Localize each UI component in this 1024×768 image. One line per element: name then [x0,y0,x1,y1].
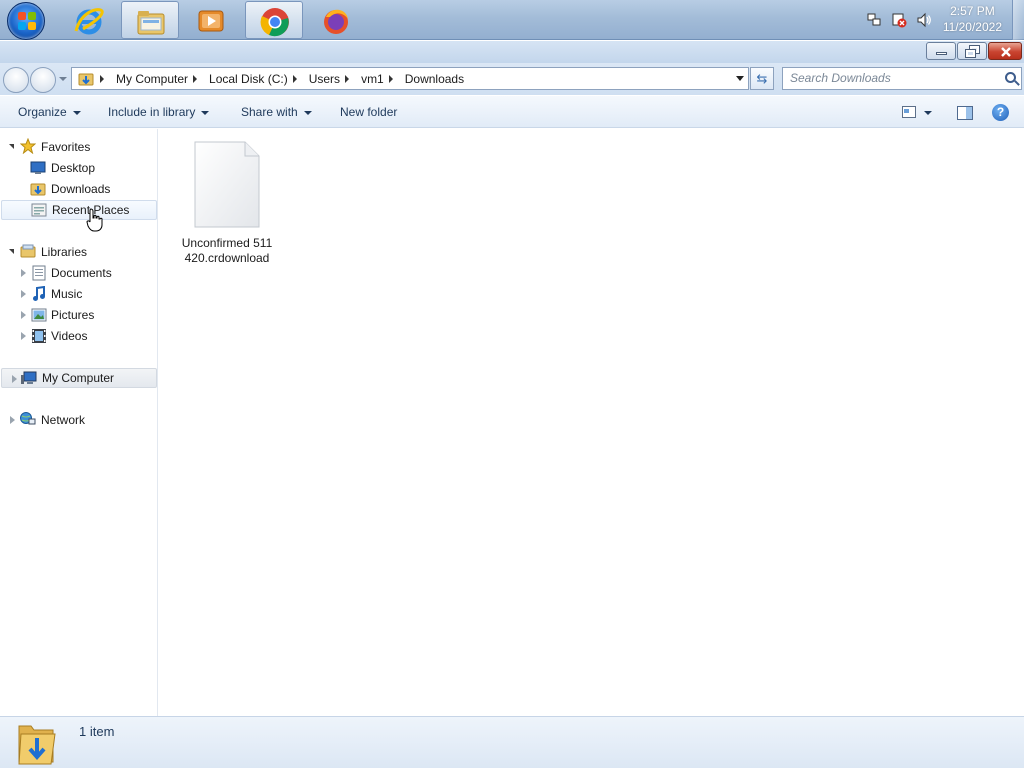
folder-icon [137,11,165,35]
nav-desktop[interactable]: Desktop [0,158,157,178]
window-titlebar [0,41,1024,63]
show-desktop-button[interactable] [1012,0,1024,40]
nav-network[interactable]: Network [0,410,157,430]
nav-my-computer[interactable]: My Computer [1,368,157,388]
nav-pictures[interactable]: Pictures [0,305,157,325]
taskbar: 2:57 PM 11/20/2022 [0,0,1024,40]
clock-time: 2:57 PM [950,4,995,18]
breadcrumb-local-disk[interactable]: Local Disk (C:) [209,72,305,86]
file-item[interactable]: Unconfirmed 511420.crdownload [181,139,273,266]
media-player-icon [198,10,224,32]
start-button[interactable] [7,2,45,40]
restore-button[interactable] [957,42,987,60]
star-icon [20,138,36,154]
chevron-down-icon [201,110,210,115]
expand-arrow-icon[interactable] [21,290,26,298]
downloads-folder-icon [30,183,46,196]
chrome-icon [260,8,289,37]
desktop-icon [30,161,46,174]
restore-icon [965,45,980,58]
breadcrumb-vm1[interactable]: vm1 [361,72,401,86]
minimize-button[interactable] [926,42,956,60]
expand-arrow-icon[interactable] [12,375,17,383]
pictures-icon [31,308,47,322]
chevron-down-icon [924,111,932,115]
address-history-dropdown[interactable] [736,76,744,81]
details-pane: 1 item [0,716,1024,768]
volume-icon[interactable] [916,12,932,28]
firefox-icon [324,9,348,34]
minimize-icon [936,52,947,55]
expand-arrow-icon[interactable] [21,332,26,340]
expand-arrow-icon[interactable] [21,269,26,277]
taskbar-windows-explorer[interactable] [121,1,179,39]
back-button[interactable] [3,67,29,93]
address-bar-row: My Computer Local Disk (C:) Users vm1 Do… [0,63,1024,95]
command-bar: Organize Include in library Share with N… [0,95,1024,128]
libraries-icon [20,244,36,258]
taskbar-firefox[interactable] [307,1,365,39]
change-view-button[interactable] [902,105,942,121]
videos-icon [32,329,46,343]
clock-date: 11/20/2022 [942,20,1002,34]
include-in-library-button[interactable]: Include in library [108,105,210,119]
downloads-folder-icon [78,73,94,85]
taskbar-media-player[interactable] [182,1,240,39]
hand-pointer-cursor-icon [86,208,103,232]
nav-videos[interactable]: Videos [0,326,157,346]
breadcrumb-downloads[interactable]: Downloads [405,72,464,86]
breadcrumb-my-computer[interactable]: My Computer [116,72,205,86]
taskbar-internet-explorer[interactable] [60,1,118,39]
search-input[interactable]: Search Downloads [782,67,1022,90]
network-icon [20,412,36,425]
computer-icon [21,371,37,384]
documents-icon [32,265,46,281]
internet-explorer-icon [74,8,104,35]
organize-button[interactable]: Organize [18,105,81,119]
file-list[interactable]: Unconfirmed 511420.crdownload [159,129,1024,716]
downloads-folder-icon [18,725,56,765]
network-status-icon[interactable] [866,12,882,28]
chevron-down-icon [303,110,312,115]
expand-arrow-icon[interactable] [9,144,14,149]
nav-documents[interactable]: Documents [0,263,157,283]
new-folder-button[interactable]: New folder [340,105,397,119]
generic-file-icon [194,141,260,228]
nav-music[interactable]: Music [0,284,157,304]
navigation-pane: Favorites Desktop Downloads Recent Place… [0,129,158,716]
search-icon[interactable] [1005,72,1016,83]
help-icon[interactable]: ? [992,104,1009,121]
forward-button[interactable] [30,67,56,93]
view-icon [902,106,916,118]
item-count: 1 item [79,724,115,739]
preview-pane-icon[interactable] [957,106,973,120]
nav-recent-places[interactable]: Recent Places [1,200,157,220]
recent-places-icon [31,203,47,217]
windows-flag-icon [18,12,36,30]
expand-arrow-icon[interactable] [9,249,14,254]
share-with-button[interactable]: Share with [241,105,312,119]
search-placeholder: Search Downloads [790,71,891,85]
address-box[interactable]: My Computer Local Disk (C:) Users vm1 Do… [71,67,749,90]
expand-arrow-icon[interactable] [10,416,15,424]
chevron-down-icon [72,110,81,115]
nav-downloads[interactable]: Downloads [0,179,157,199]
expand-arrow-icon[interactable] [21,311,26,319]
breadcrumb-users[interactable]: Users [309,72,357,86]
file-name: Unconfirmed 511420.crdownload [181,236,273,265]
refresh-icon: ⇆ [756,71,768,86]
music-icon [33,286,45,301]
taskbar-chrome[interactable] [245,1,303,39]
recent-pages-dropdown[interactable] [59,77,67,81]
refresh-button[interactable]: ⇆ [750,67,774,90]
nav-libraries[interactable]: Libraries [0,242,157,262]
action-center-alert-icon[interactable] [891,12,907,28]
clock[interactable]: 2:57 PM 11/20/2022 [943,3,1002,35]
nav-favorites[interactable]: Favorites [0,137,157,157]
close-button[interactable] [988,42,1022,60]
close-icon [1001,47,1011,57]
